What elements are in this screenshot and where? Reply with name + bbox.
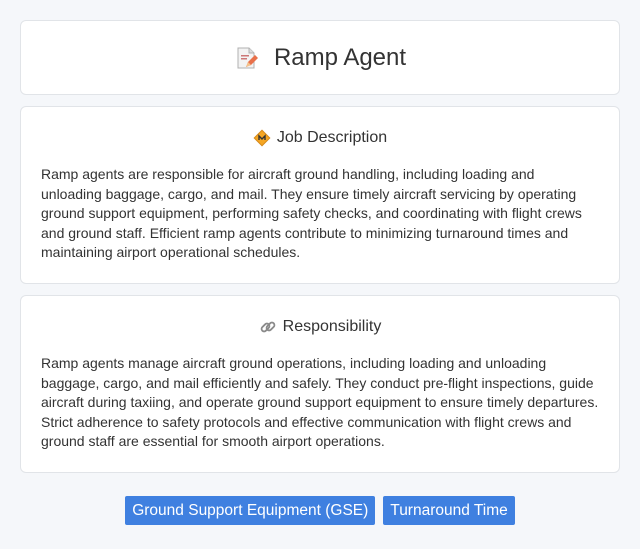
tag-gse[interactable]: Ground Support Equipment (GSE)	[125, 495, 376, 525]
page-container: Ramp Agent Job Description Ramp agents a…	[20, 0, 620, 525]
tag-turnaround-time[interactable]: Turnaround Time	[383, 495, 515, 525]
job-description-header: Job Description	[41, 127, 599, 149]
document-pencil-icon	[234, 46, 258, 70]
title-card: Ramp Agent	[20, 20, 620, 95]
responsibility-card: Responsibility Ramp agents manage aircra…	[20, 294, 620, 473]
diamond-badge-icon	[253, 129, 271, 147]
job-description-text: Ramp agents are responsible for aircraft…	[41, 166, 582, 261]
job-description-heading: Job Description	[276, 129, 388, 146]
responsibility-text: Ramp agents manage aircraft ground opera…	[41, 354, 599, 450]
responsibility-heading: Responsibility	[282, 317, 382, 335]
page-title: Ramp Agent	[273, 43, 407, 71]
job-description-card: Job Description Ramp agents are responsi…	[20, 106, 620, 284]
responsibility-header: Responsibility	[41, 316, 599, 338]
link-icon	[259, 318, 277, 336]
tag-list: Ground Support Equipment (GSE) Turnaroun…	[20, 495, 620, 525]
